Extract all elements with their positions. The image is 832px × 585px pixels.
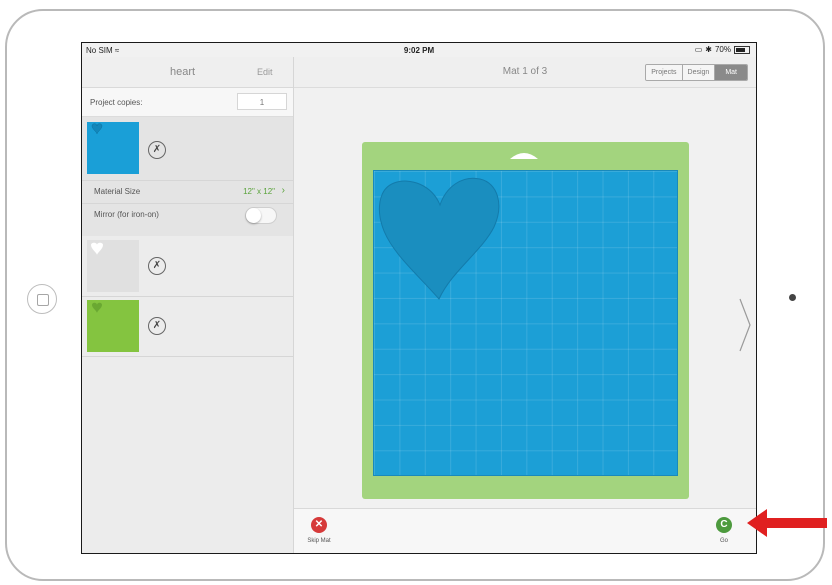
home-button[interactable]: [27, 284, 57, 314]
mat-item-2[interactable]: ✗: [82, 237, 293, 297]
edit-button[interactable]: Edit: [257, 67, 273, 77]
skip-mat-button[interactable]: ✕ Skip Mat: [304, 517, 334, 544]
project-copies-input[interactable]: 1: [237, 93, 287, 110]
material-area: [373, 170, 678, 476]
tab-projects[interactable]: Projects: [646, 65, 682, 80]
tab-mat[interactable]: Mat: [714, 65, 747, 80]
mat-thumbnail-1[interactable]: [87, 122, 139, 174]
battery-percent: 70%: [714, 45, 731, 54]
scissors-icon[interactable]: ✗: [148, 141, 166, 159]
material-size-label: Material Size: [94, 187, 141, 196]
material-size-row[interactable]: Material Size 12" x 12" ›: [82, 180, 293, 203]
sidebar-header: heart Edit: [82, 57, 293, 88]
heart-shape[interactable]: [376, 175, 506, 305]
mirror-toggle[interactable]: [245, 207, 277, 224]
status-time: 9:02 PM: [403, 46, 435, 55]
battery-icon: [734, 45, 750, 54]
chevron-right-icon: ›: [281, 185, 285, 196]
mats-sidebar: heart Edit Project copies: 1 ✗ Material …: [82, 57, 294, 553]
red-annotation-arrow-icon: [747, 509, 827, 537]
scissors-icon[interactable]: ✗: [148, 317, 166, 335]
scissors-icon[interactable]: ✗: [148, 257, 166, 275]
close-icon: ✕: [311, 517, 327, 533]
mirror-row: Mirror (for iron-on): [82, 203, 293, 226]
mat-notch-icon: [510, 153, 538, 159]
camera-dot: [789, 294, 796, 301]
heart-thumbnail-icon: [91, 123, 103, 135]
bottom-action-bar: ✕ Skip Mat C Go: [294, 508, 756, 553]
next-mat-arrow-icon[interactable]: [738, 297, 752, 353]
cutting-mat: [362, 142, 689, 499]
skip-mat-label: Skip Mat: [307, 538, 331, 544]
main-header: Mat 1 of 3 Projects Design Mat: [294, 57, 756, 88]
mat-thumbnail-3[interactable]: [87, 300, 139, 352]
bluetooth-icon: ✱: [705, 45, 712, 54]
project-copies-row: Project copies: 1: [82, 88, 293, 117]
mat-preview-area: Mat 1 of 3 Projects Design Mat ✕ Skip Ma…: [294, 57, 756, 553]
project-title: heart: [170, 66, 196, 78]
go-button[interactable]: C Go: [709, 517, 739, 544]
material-size-value: 12" x 12": [243, 187, 275, 196]
mirror-label: Mirror (for iron-on): [94, 210, 159, 219]
tab-design[interactable]: Design: [681, 65, 715, 80]
mat-item-1[interactable]: ✗ Material Size 12" x 12" › Mirror (for …: [82, 117, 293, 236]
mat-item-3[interactable]: ✗: [82, 297, 293, 357]
project-copies-label: Project copies:: [90, 98, 143, 107]
status-bar: No SIM ≈ 9:02 PM ▭ ✱ 70%: [82, 43, 756, 57]
heart-thumbnail-icon: [91, 242, 103, 255]
mat-thumbnail-2[interactable]: [87, 240, 139, 292]
heart-thumbnail-icon: [92, 302, 102, 313]
go-label: Go: [719, 538, 728, 544]
screen-mirroring-icon: ▭: [694, 45, 703, 54]
app-screen: No SIM ≈ 9:02 PM ▭ ✱ 70% heart Edit Proj…: [81, 42, 757, 554]
go-circle-icon: C: [716, 517, 732, 533]
view-tabs: Projects Design Mat: [645, 64, 748, 81]
